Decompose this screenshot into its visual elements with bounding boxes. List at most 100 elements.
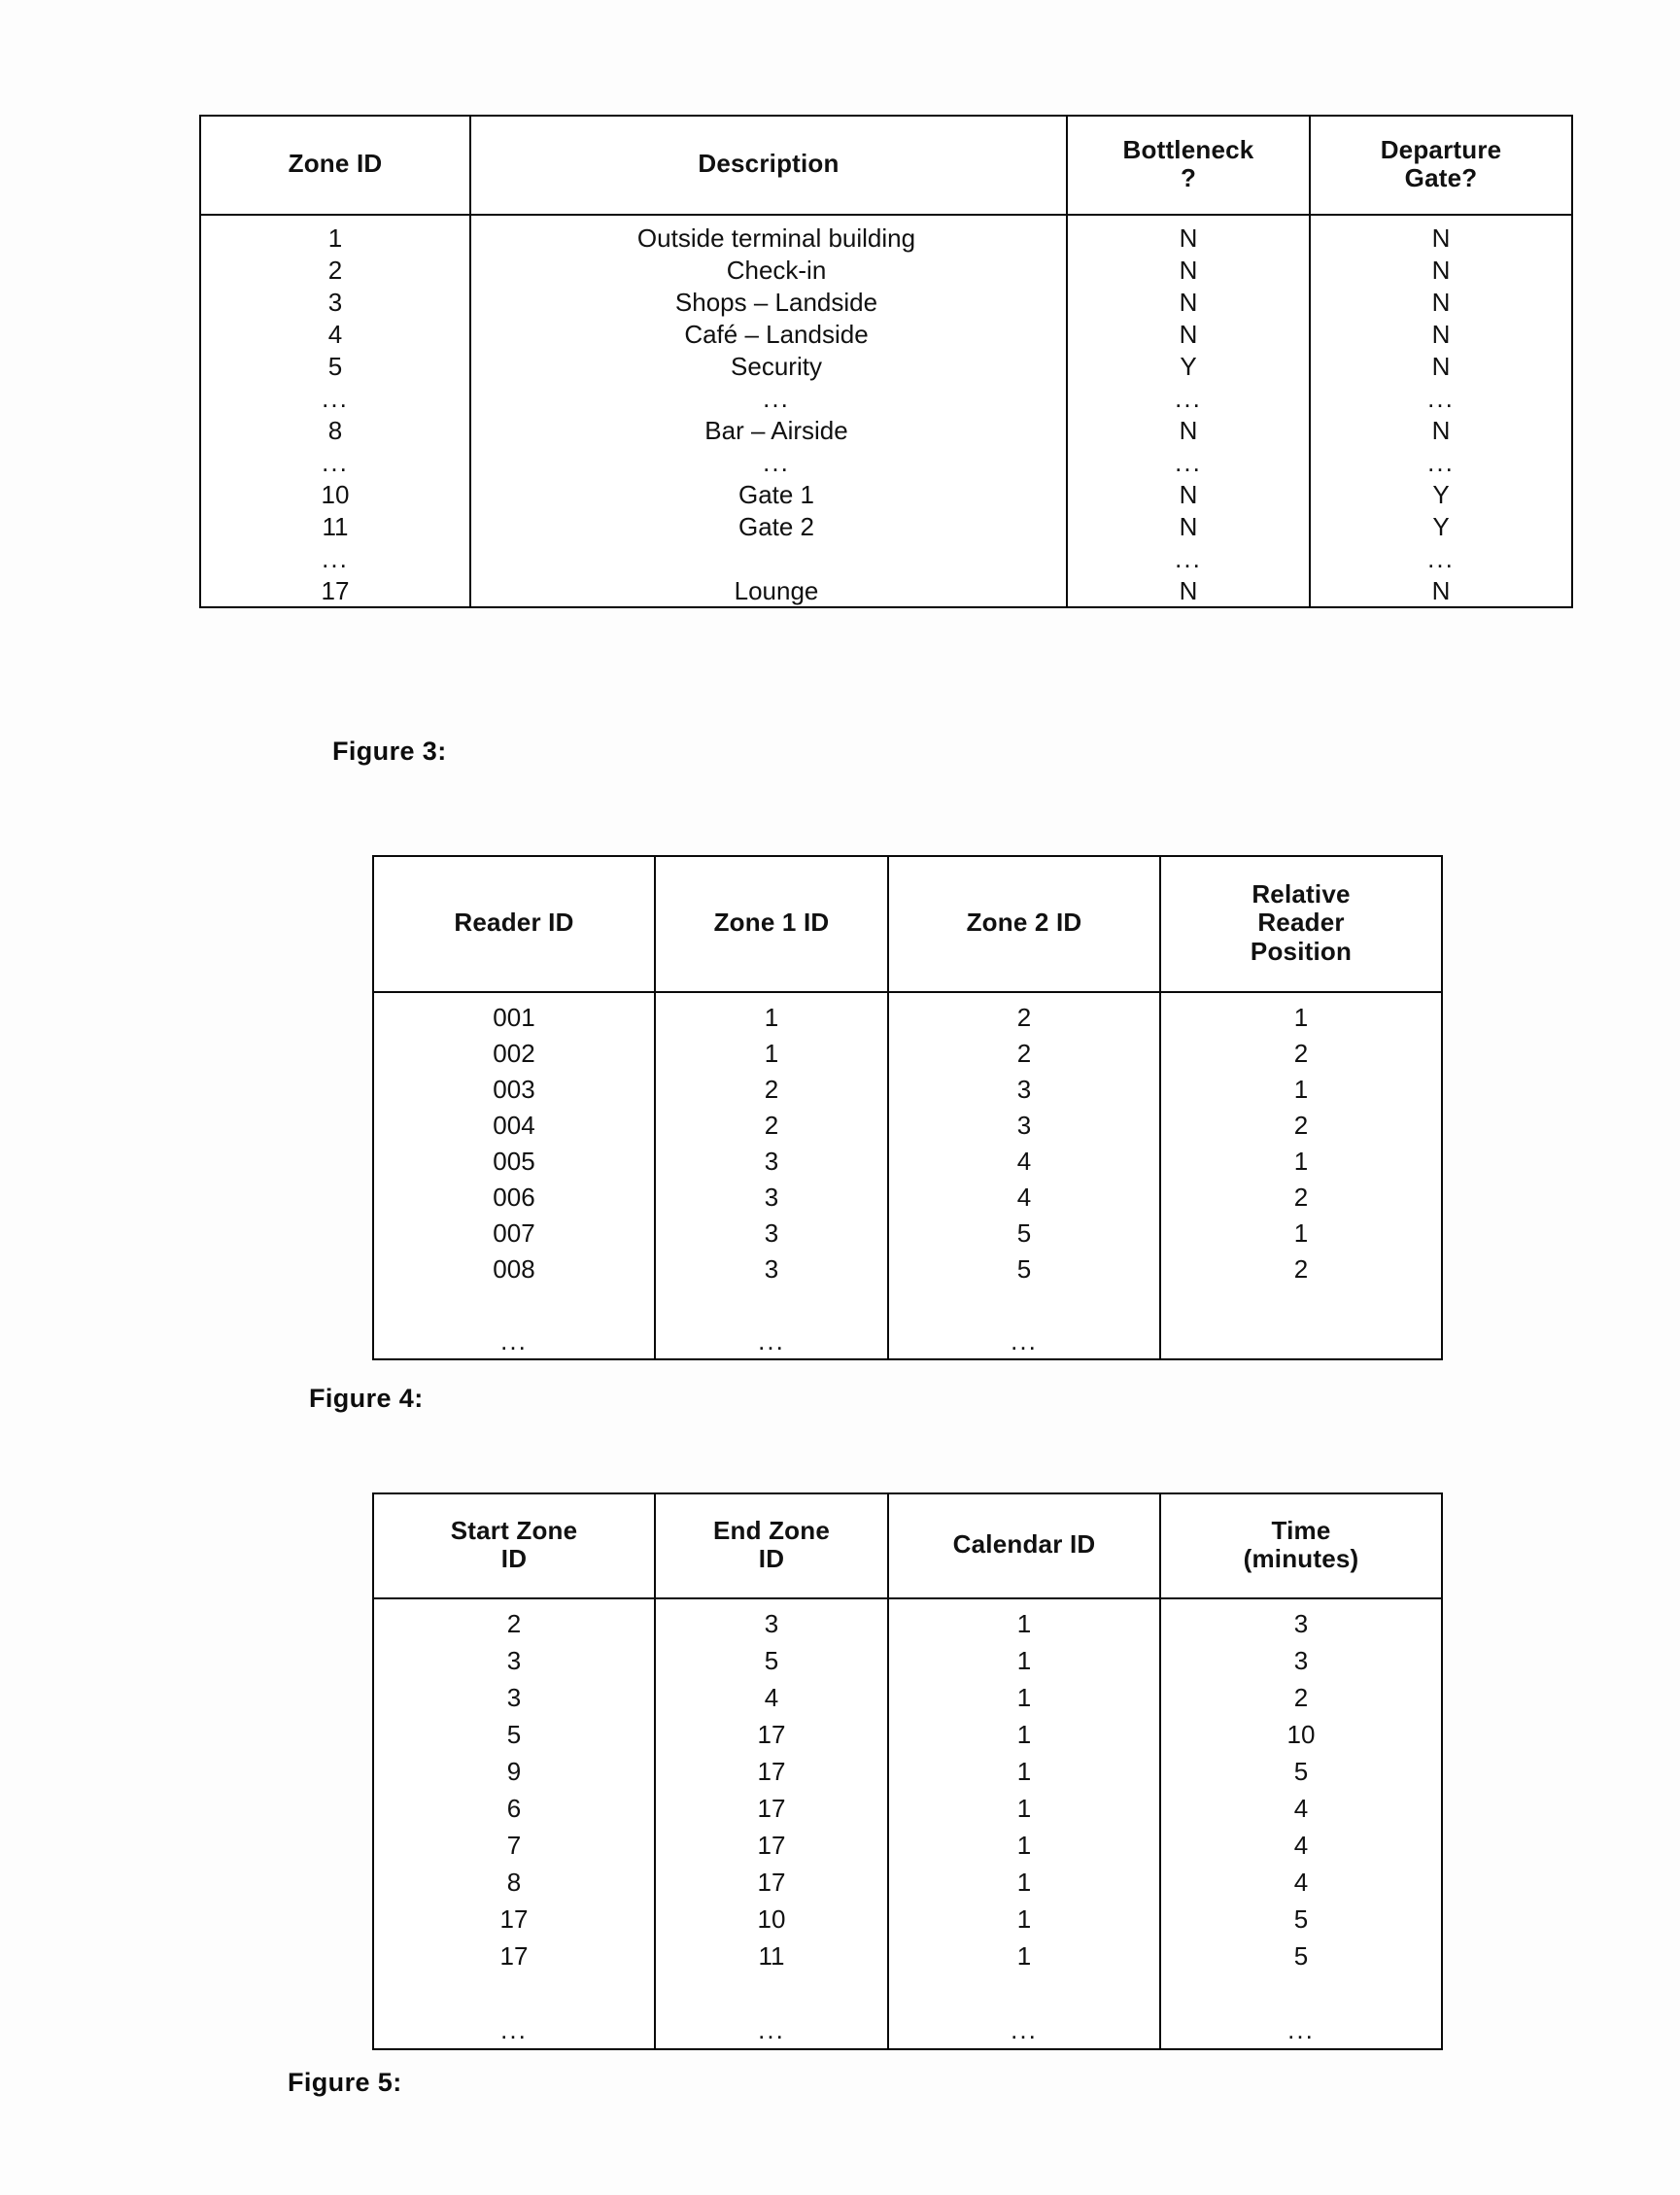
cell-start-zone: 3 [372, 1642, 656, 1679]
cell-bottleneck: ... [1066, 446, 1311, 478]
table-row: 17 Lounge N N [199, 574, 1573, 608]
cell-description: Shops – Landside [469, 286, 1068, 318]
cell-departure-gate: ... [1309, 382, 1573, 414]
times-table-header: Start Zone ID End Zone ID Calendar ID Ti… [372, 1492, 1443, 1599]
cell-departure-gate: Y [1309, 510, 1573, 542]
cell-reader-id: 002 [372, 1035, 656, 1071]
table-row-ellipsis: ... ... ... [199, 542, 1573, 574]
table-spacer-row [372, 1286, 1443, 1322]
cell-calendar-id: 1 [887, 1827, 1161, 1864]
column-header-departure-gate: Departure Gate? [1309, 115, 1573, 216]
cell-zone2-id: 5 [887, 1251, 1161, 1286]
rrp-label-line3: Position [1250, 936, 1353, 966]
cell-description: Gate 2 [469, 510, 1068, 542]
table-row-ellipsis: ... ... ... ... [199, 446, 1573, 478]
table-row-ellipsis: ... ... ... ... [372, 2011, 1443, 2050]
cell-description: Security [469, 350, 1068, 382]
cell-departure-gate: ... [1309, 446, 1573, 478]
cell-description: Café – Landside [469, 318, 1068, 350]
table-row: 001 1 2 1 [372, 992, 1443, 1035]
cell-departure-gate: N [1309, 350, 1573, 382]
readers-table: Reader ID Zone 1 ID Zone 2 ID Relative R… [372, 855, 1443, 1360]
table-row: 1 Outside terminal building N N [199, 215, 1573, 254]
cell-start-zone: ... [372, 2011, 656, 2050]
table-row: 5 Security Y N [199, 350, 1573, 382]
cell-time: 2 [1159, 1679, 1443, 1716]
cell-zone-id: ... [199, 382, 471, 414]
table-row: 007 3 5 1 [372, 1215, 1443, 1251]
cell-start-zone: 3 [372, 1679, 656, 1716]
column-header-relative-reader-position: Relative Reader Position [1159, 855, 1443, 993]
cell-time: 5 [1159, 1901, 1443, 1938]
table-row: 9 17 1 5 [372, 1753, 1443, 1790]
column-header-zone-id: Zone ID [199, 115, 471, 216]
cell-departure-gate: Y [1309, 478, 1573, 510]
column-header-zone2-id: Zone 2 ID [887, 855, 1161, 993]
cell-zone1-id: 2 [654, 1071, 889, 1107]
table-row: 17 10 1 5 [372, 1901, 1443, 1938]
cell-bottleneck: N [1066, 215, 1311, 254]
spacer-cell [887, 1974, 1161, 2011]
cell-bottleneck: Y [1066, 350, 1311, 382]
cell-zone-id: 3 [199, 286, 471, 318]
cell-reader-position: 2 [1159, 1251, 1443, 1286]
cell-time: 4 [1159, 1790, 1443, 1827]
cell-zone2-id: 5 [887, 1215, 1161, 1251]
cell-zone2-id: 3 [887, 1107, 1161, 1143]
bottleneck-label-line2: ? [1180, 163, 1197, 192]
times-table: Start Zone ID End Zone ID Calendar ID Ti… [372, 1492, 1443, 2050]
cell-departure-gate: ... [1309, 542, 1573, 574]
end-zone-label-line1: End Zone [712, 1515, 831, 1545]
cell-time: ... [1159, 2011, 1443, 2050]
column-header-calendar-id: Calendar ID [887, 1492, 1161, 1599]
cell-calendar-id: 1 [887, 1716, 1161, 1753]
table-row-ellipsis: ... ... ... ... [199, 382, 1573, 414]
table-row: 8 17 1 4 [372, 1864, 1443, 1901]
table-header-row: Reader ID Zone 1 ID Zone 2 ID Relative R… [372, 855, 1443, 993]
table-row-ellipsis: ... ... ... [372, 1322, 1443, 1360]
spacer-cell [654, 1974, 889, 2011]
cell-reader-position: 1 [1159, 1215, 1443, 1251]
times-table-body: 2 3 1 3 3 5 1 3 3 4 1 2 5 17 1 10 9 17 1… [372, 1598, 1443, 2050]
spacer-cell [372, 1974, 656, 2011]
cell-start-zone: 2 [372, 1598, 656, 1642]
cell-reader-position: 1 [1159, 1071, 1443, 1107]
cell-bottleneck: N [1066, 286, 1311, 318]
column-header-description: Description [469, 115, 1068, 216]
cell-end-zone: ... [654, 2011, 889, 2050]
table-row: 7 17 1 4 [372, 1827, 1443, 1864]
cell-end-zone: 11 [654, 1938, 889, 1974]
cell-zone-id: ... [199, 446, 471, 478]
gate-label-line2: Gate? [1404, 163, 1478, 192]
rrp-label-line1: Relative [1251, 879, 1351, 909]
cell-calendar-id: 1 [887, 1790, 1161, 1827]
table-row: 004 2 3 2 [372, 1107, 1443, 1143]
cell-zone2-id: 2 [887, 992, 1161, 1035]
cell-end-zone: 17 [654, 1864, 889, 1901]
cell-description: Check-in [469, 254, 1068, 286]
cell-time: 5 [1159, 1938, 1443, 1974]
cell-reader-id: 001 [372, 992, 656, 1035]
cell-calendar-id: ... [887, 2011, 1161, 2050]
cell-zone2-id: 4 [887, 1143, 1161, 1179]
cell-time: 3 [1159, 1598, 1443, 1642]
time-label-line2: (minutes) [1243, 1544, 1359, 1573]
column-header-end-zone-id: End Zone ID [654, 1492, 889, 1599]
cell-end-zone: 4 [654, 1679, 889, 1716]
table-spacer-row [372, 1974, 1443, 2011]
cell-reader-position [1159, 1322, 1443, 1360]
table-row: 006 3 4 2 [372, 1179, 1443, 1215]
cell-zone1-id: 1 [654, 1035, 889, 1071]
cell-zone1-id: 3 [654, 1251, 889, 1286]
cell-end-zone: 17 [654, 1827, 889, 1864]
table-row: 5 17 1 10 [372, 1716, 1443, 1753]
cell-time: 4 [1159, 1827, 1443, 1864]
cell-zone1-id: 2 [654, 1107, 889, 1143]
gate-label-line1: Departure [1380, 134, 1502, 164]
cell-reader-position: 2 [1159, 1179, 1443, 1215]
cell-time: 10 [1159, 1716, 1443, 1753]
cell-zone-id: 8 [199, 414, 471, 446]
cell-departure-gate: N [1309, 574, 1573, 608]
table-row: 002 1 2 2 [372, 1035, 1443, 1071]
cell-zone2-id: 2 [887, 1035, 1161, 1071]
